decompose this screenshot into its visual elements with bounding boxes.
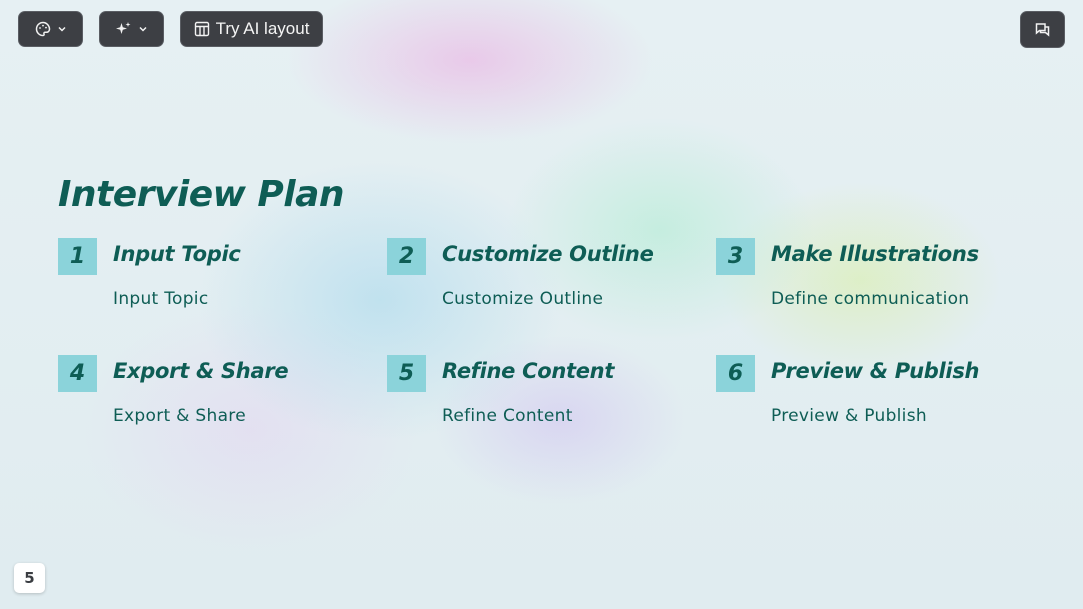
try-ai-layout-button[interactable]: Try AI layout [180,11,323,47]
step-description: Define communication [771,289,970,309]
step-title: Input Topic [113,242,241,266]
layout-icon [194,21,210,37]
ai-menu-button[interactable] [99,11,164,47]
step-description: Preview & Publish [771,406,927,426]
step-title: Refine Content [442,359,615,383]
step-description: Export & Share [113,406,246,426]
step-description: Customize Outline [442,289,604,309]
step-description: Refine Content [442,406,573,426]
palette-icon [35,21,51,37]
chevron-down-icon [57,24,67,34]
comment-icon [1034,21,1051,38]
step-number-badge: 6 [716,355,755,392]
step-title: Make Illustrations [771,242,979,266]
step-number-badge: 3 [716,238,755,275]
chevron-down-icon [138,24,148,34]
step-number-badge: 1 [58,238,97,275]
slide-title: Interview Plan [58,174,345,215]
theme-menu-button[interactable] [18,11,83,47]
step-number-badge: 2 [387,238,426,275]
step-title: Export & Share [113,359,289,383]
page-number-indicator[interactable]: 5 [14,563,45,593]
sparkle-icon [115,21,132,38]
step-title: Customize Outline [442,242,654,266]
step-description: Input Topic [113,289,209,309]
comment-button[interactable] [1020,11,1065,48]
step-number-badge: 4 [58,355,97,392]
try-ai-layout-label: Try AI layout [215,19,310,38]
step-number-badge: 5 [387,355,426,392]
step-title: Preview & Publish [771,359,980,383]
